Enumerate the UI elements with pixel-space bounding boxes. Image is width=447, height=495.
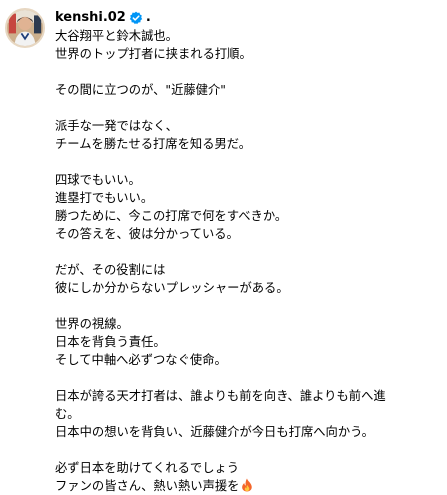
caption-line: 日本が誇る天才打者は、誰よりも前を向き、誰よりも前へ進 (55, 389, 386, 403)
post-header: kenshi.02 . (55, 9, 440, 27)
caption-line: 日本中の想いを背負い、近藤健介が今日も打席へ向かう。 (55, 425, 374, 439)
caption-line: 派手な一発ではなく、 (55, 119, 178, 133)
username[interactable]: kenshi.02 (55, 9, 126, 27)
caption-line-text: ファンの皆さん、熱い熱い声援を (55, 479, 240, 493)
instagram-post-caption: kenshi.02 . 大谷翔平と鈴木誠也。 世界のトップ打者に挟まれる打順。 … (0, 0, 447, 493)
avatar[interactable] (5, 8, 45, 48)
caption-line: チームを勝たせる打席を知る男だ。 (55, 137, 252, 151)
caption-line: そして中軸へ必ずつなぐ使命。 (55, 353, 227, 367)
header-separator: . (145, 10, 151, 25)
verified-badge-icon (129, 11, 143, 25)
fire-icon (241, 478, 253, 492)
caption-line: だが、その役割には (55, 263, 166, 277)
caption-line: 世界のトップ打者に挟まれる打順。 (55, 47, 252, 61)
caption-line: 世界の視線。 (55, 317, 129, 331)
caption-line: 必ず日本を助けてくれるでしょう (55, 461, 240, 475)
caption-line: む。 (55, 407, 80, 421)
caption-line: 彼にしか分からないプレッシャーがある。 (55, 281, 289, 295)
caption-line: 日本を背負う責任。 (55, 335, 166, 349)
caption-last-line: ファンの皆さん、熱い熱い声援を (55, 477, 440, 495)
post-content: kenshi.02 . 大谷翔平と鈴木誠也。 世界のトップ打者に挟まれる打順。 … (55, 9, 440, 495)
avatar-image (7, 10, 43, 46)
caption-line: 四球でもいい。 (55, 173, 141, 187)
caption-line: 大谷翔平と鈴木誠也。 (55, 29, 178, 43)
caption-line: 進塁打でもいい。 (55, 191, 154, 205)
caption-line: その答えを、彼は分かっている。 (55, 227, 239, 241)
caption-line: その間に立つのが、"近藤健介" (55, 83, 226, 97)
caption-line: 勝つために、今この打席で何をすべきか。 (55, 209, 288, 223)
caption-text: 大谷翔平と鈴木誠也。 世界のトップ打者に挟まれる打順。 その間に立つのが、"近藤… (55, 27, 440, 495)
